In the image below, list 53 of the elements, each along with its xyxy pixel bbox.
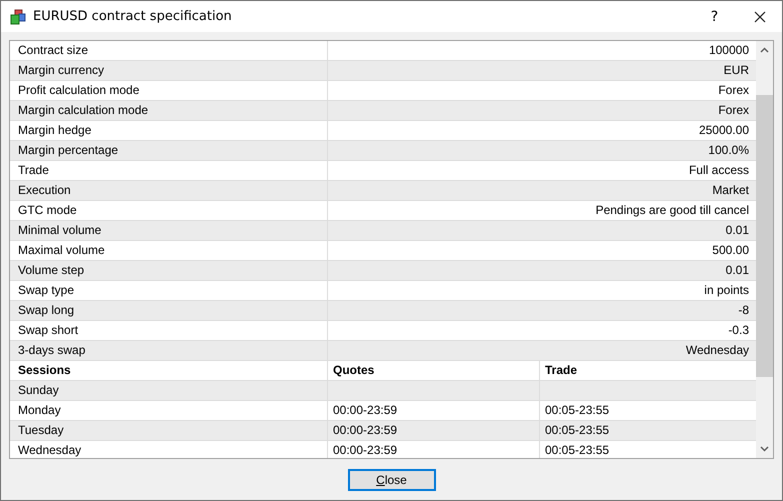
column-header: Quotes <box>328 361 540 380</box>
property-label: Volume step <box>10 261 328 280</box>
property-value: 0.01 <box>724 262 750 279</box>
property-label: Swap short <box>10 321 328 340</box>
close-icon <box>754 10 766 22</box>
property-value: in points <box>703 282 750 299</box>
day-cell: Wednesday <box>10 441 328 458</box>
scroll-up-icon[interactable] <box>760 47 769 53</box>
close-button[interactable]: Close <box>348 468 436 490</box>
property-label: Execution <box>10 181 328 200</box>
property-label: Minimal volume <box>10 221 328 240</box>
property-value: Market <box>711 182 750 199</box>
property-label: Maximal volume <box>10 241 328 260</box>
property-label: Profit calculation mode <box>10 81 328 100</box>
property-value: 500.00 <box>711 242 750 259</box>
property-value: 100.0% <box>707 142 750 159</box>
property-value: Forex <box>717 82 750 99</box>
app-icon <box>10 8 26 24</box>
property-label: Margin calculation mode <box>10 101 328 120</box>
trade-cell-text: 00:05-23:55 <box>544 422 610 439</box>
quotes-cell: 00:00-23:59 <box>328 401 540 420</box>
property-value: Forex <box>717 102 750 119</box>
property-value: Full access <box>688 162 750 179</box>
property-label: Margin hedge <box>10 121 328 140</box>
property-label: GTC mode <box>10 201 328 220</box>
property-value: Pendings are good till cancel <box>594 202 750 219</box>
property-value: -8 <box>737 302 750 319</box>
trade-cell-text: 00:05-23:55 <box>544 402 610 419</box>
property-value: 0.01 <box>724 222 750 239</box>
property-label: Trade <box>10 161 328 180</box>
property-value: EUR <box>722 62 750 79</box>
trade-cell-text: 00:05-23:55 <box>544 442 610 458</box>
day-cell: Sunday <box>10 381 328 400</box>
property-value: 25000.00 <box>698 122 750 139</box>
property-label: Contract size <box>10 41 328 60</box>
day-cell: Tuesday <box>10 421 328 440</box>
window-title: EURUSD contract specification <box>33 9 232 24</box>
scroll-thumb[interactable] <box>756 95 773 377</box>
scroll-down-icon[interactable] <box>760 446 769 452</box>
column-header: Trade <box>544 362 578 379</box>
quotes-cell: 00:00-23:59 <box>328 421 540 440</box>
scrollbar[interactable] <box>756 41 773 458</box>
property-value: 100000 <box>708 42 750 59</box>
property-value: -0.3 <box>727 322 750 339</box>
column-header: Sessions <box>10 361 328 380</box>
property-label: 3-days swap <box>10 341 328 360</box>
property-value: Wednesday <box>684 342 750 359</box>
property-label: Swap long <box>10 301 328 320</box>
property-label: Margin currency <box>10 61 328 80</box>
property-label: Swap type <box>10 281 328 300</box>
day-cell: Monday <box>10 401 328 420</box>
property-label: Margin percentage <box>10 141 328 160</box>
quotes-cell: 00:00-23:59 <box>328 441 540 458</box>
